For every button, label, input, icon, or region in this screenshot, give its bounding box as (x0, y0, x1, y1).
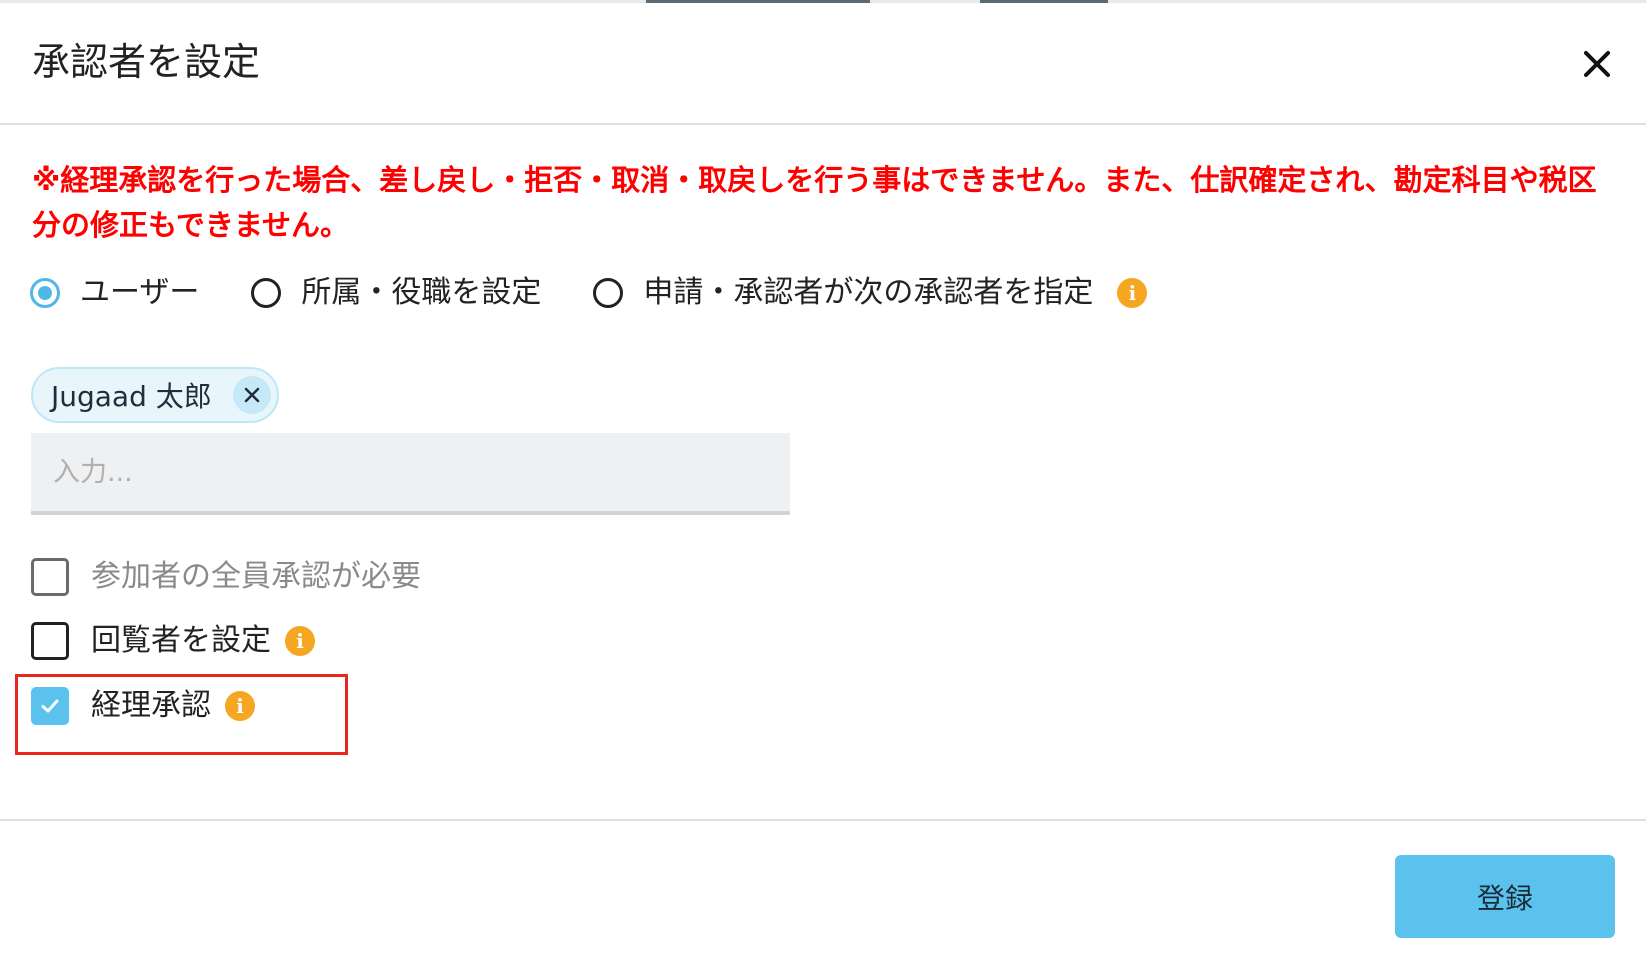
user-search-field[interactable] (31, 433, 790, 515)
close-button[interactable] (1574, 41, 1620, 87)
radio-applicant-designates-next[interactable]: 申請・承認者が次の承認者を指定 (593, 273, 1093, 313)
radio-label: 申請・承認者が次の承認者を指定 (643, 275, 1094, 310)
radio-label: 所属・役職を設定 (301, 275, 542, 310)
remove-user-button[interactable] (233, 376, 271, 414)
user-search-input[interactable] (31, 433, 790, 511)
approver-type-radio-group: ユーザー 所属・役職を設定 申請・承認者が次の承認者を指定 i (30, 271, 1148, 315)
checkbox-label: 参加者の全員承認が必要 (91, 559, 421, 594)
checkbox-box[interactable] (31, 622, 69, 660)
radio-department-position[interactable]: 所属・役職を設定 (251, 273, 541, 313)
approver-settings-dialog: 承認者を設定 ※経理承認を行った場合、差し戻し・拒否・取消・取戻しを行う事はでき… (0, 3, 1646, 960)
radio-label: ユーザー (80, 275, 200, 310)
highlight-annotation-box (15, 674, 348, 755)
checkbox-require-all-approval[interactable]: 参加者の全員承認が必要 (31, 557, 421, 597)
dialog-header: 承認者を設定 (0, 3, 1646, 125)
close-icon (244, 387, 260, 403)
dialog-title: 承認者を設定 (32, 40, 261, 84)
register-button[interactable]: 登録 (1395, 855, 1615, 938)
accounting-approval-warning: ※経理承認を行った場合、差し戻し・拒否・取消・取戻しを行う事はできません。また、… (32, 163, 1597, 242)
selected-user-name: Jugaad 太郎 (51, 380, 212, 413)
radio-button-selected[interactable] (30, 278, 60, 308)
checkbox-set-viewers[interactable]: 回覧者を設定 i (31, 621, 315, 661)
radio-button[interactable] (251, 278, 282, 308)
info-icon[interactable]: i (1117, 278, 1148, 308)
radio-button[interactable] (593, 278, 624, 308)
radio-user[interactable]: ユーザー (30, 273, 199, 313)
info-icon[interactable]: i (285, 626, 315, 656)
selected-user-chip: Jugaad 太郎 (31, 367, 279, 423)
footer-divider (0, 819, 1646, 821)
checkbox-label: 回覧者を設定 (91, 623, 271, 658)
checkbox-box[interactable] (31, 558, 69, 596)
close-icon (1584, 51, 1610, 77)
